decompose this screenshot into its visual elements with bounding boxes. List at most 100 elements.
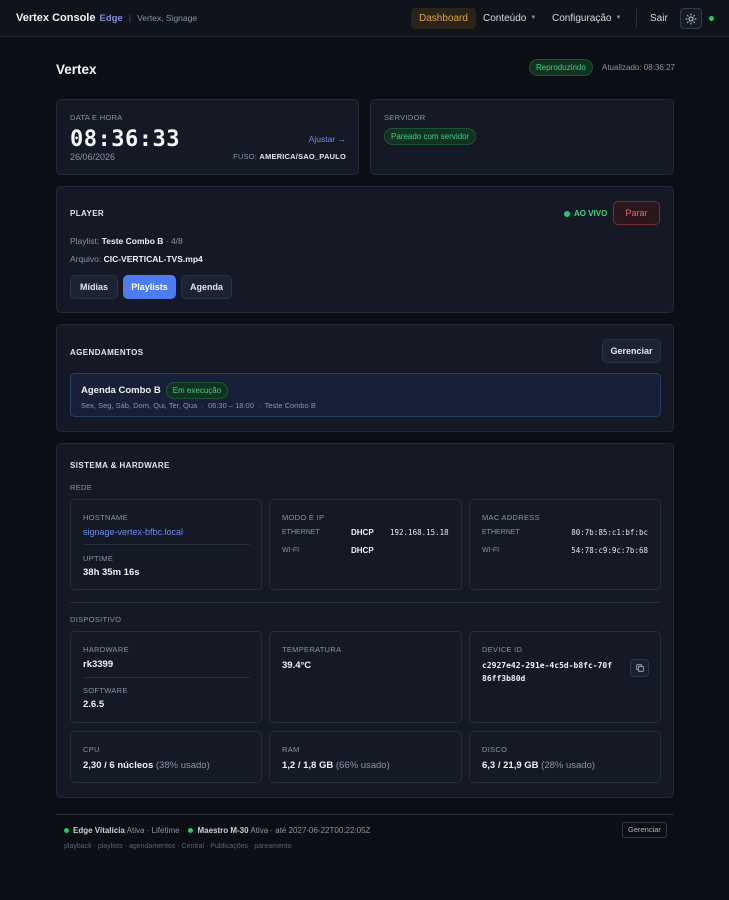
manage-schedules-button[interactable]: Gerenciar — [602, 339, 661, 363]
device-id-card: Device ID c2927e42-291e-4c5d-b8fc-70f 86… — [469, 631, 661, 723]
nav-configuracao[interactable]: Configuração ▼ — [544, 8, 629, 29]
cpu-value: 2,30 / 6 núcleos (38% usado) — [83, 760, 210, 771]
temperature-card: Temperatura 39.4°C — [269, 631, 462, 723]
manage-licenses-button[interactable]: Gerenciar — [622, 822, 667, 838]
schedule-item[interactable]: Agenda Combo B Em execução Sex, Seg, Sáb… — [70, 373, 661, 417]
tab-playlists-label: Playlists — [131, 282, 168, 292]
theme-toggle-button[interactable] — [680, 8, 702, 29]
player-card: Player AO VIVO Parar Playlist: Teste Com… — [56, 186, 674, 313]
footer-divider — [56, 814, 674, 815]
timezone-value: AMERICA/SAO_PAULO — [259, 152, 346, 161]
live-dot — [564, 210, 570, 217]
brand[interactable]: Vertex Console Edge | Vertex, Signage — [16, 12, 197, 24]
adjust-time-link[interactable]: Ajustar → — [309, 134, 346, 144]
schedules-card: Agendamentos Gerenciar Agenda Combo B Em… — [56, 324, 674, 432]
tab-agenda-label: Agenda — [189, 282, 223, 292]
schedule-details: Sex, Seg, Sáb, Dom, Qui, Ter, Qua · 06:3… — [81, 401, 316, 410]
mac-ethernet-label: Ethernet — [482, 529, 520, 536]
system-card: Sistema & Hardware Rede Hostname signage… — [56, 443, 674, 798]
brand-subtitle: Vertex, Signage — [137, 13, 198, 23]
disk-usage: (28% usado) — [541, 760, 596, 771]
system-title: Sistema & Hardware — [70, 461, 170, 470]
brand-edge: Edge — [99, 13, 123, 24]
stop-button[interactable]: Parar — [613, 201, 660, 225]
ram-card: RAM 1,2 / 1,8 GB (66% usado) — [269, 731, 462, 783]
mac-ethernet-value: 80:7b:85:c1:bf:bc — [571, 528, 648, 537]
file-name: CIC-VERTICAL-TVS.mp4 — [103, 254, 203, 264]
schedules-title: Agendamentos — [70, 348, 144, 357]
disk-value: 6,3 / 21,9 GB (28% usado) — [482, 760, 595, 771]
chevron-down-icon: ▼ — [615, 15, 622, 21]
server-card: Servidor Pareado com servidor — [370, 99, 674, 175]
nav-conteudo[interactable]: Conteúdo ▼ — [475, 8, 544, 29]
nav-configuracao-label: Configuração — [552, 13, 612, 24]
clock-date: 26/06/2026 — [70, 152, 116, 162]
updated-timestamp: Atualizado: 08:36:27 — [602, 63, 675, 72]
mac-wifi-label: Wi-Fi — [482, 547, 500, 554]
uptime-value: 38h 35m 16s — [83, 567, 140, 578]
device-label: Dispositivo — [70, 615, 122, 624]
license1-info: Ativa · Lifetime — [126, 826, 180, 835]
wifi-mode: DHCP — [351, 546, 374, 555]
server-label: Servidor — [384, 113, 426, 122]
footer-features: playback · playlists · agendamentos · Ce… — [64, 843, 292, 850]
copy-device-id-button[interactable] — [630, 659, 649, 677]
license2-name: Maestro M-30 — [197, 826, 249, 835]
hardware-card: Hardware rk3399 Software 2.6.5 — [70, 631, 262, 723]
nav-conteudo-label: Conteúdo — [483, 13, 527, 24]
tab-midias[interactable]: Mídias — [70, 275, 118, 299]
live-indicator: AO VIVO — [564, 209, 607, 218]
cpu-cores: 2,30 / 6 núcleos — [83, 760, 154, 771]
tab-midias-label: Mídias — [79, 282, 108, 292]
device-id-line: c2927e42-291e-4c5d-b8fc-70f — [482, 661, 613, 670]
brand-name: Vertex Console — [16, 12, 96, 24]
player-file: Arquivo: CIC-VERTICAL-TVS.mp4 — [70, 254, 203, 264]
playlist-label: Playlist: — [70, 236, 100, 246]
logout-label: Sair — [650, 13, 668, 24]
datetime-card: Data e hora 08:36:33 26/06/2026 Ajustar … — [56, 99, 359, 175]
uptime-label: Uptime — [83, 554, 114, 563]
license-status-dot — [188, 828, 194, 834]
tab-playlists[interactable]: Playlists — [123, 275, 176, 299]
license1-name: Edge Vitalícia — [73, 826, 125, 835]
live-label: AO VIVO — [574, 209, 608, 218]
player-status-badge: Reproduzindo — [529, 59, 593, 76]
stop-label: Parar — [625, 208, 648, 218]
ethernet-label: Ethernet — [282, 529, 320, 536]
player-title: Player — [70, 209, 105, 218]
hostname-value[interactable]: signage-vertex-bfbc.local — [83, 527, 183, 537]
schedule-header: Agenda Combo B Em execução — [81, 382, 229, 399]
ram-usage: (66% usado) — [335, 760, 390, 771]
clock-time: 08:36:33 — [70, 127, 180, 152]
connection-status-dot — [709, 16, 714, 21]
copy-icon — [635, 664, 644, 672]
ram-label: RAM — [282, 745, 300, 754]
file-label: Arquivo: — [70, 254, 102, 264]
tab-agenda[interactable]: Agenda — [181, 275, 232, 299]
hardware-label: Hardware — [83, 645, 129, 654]
software-value: 2.6.5 — [83, 699, 105, 710]
wifi-label: Wi-Fi — [282, 547, 300, 554]
ram-value: 1,2 / 1,8 GB (66% usado) — [282, 760, 390, 771]
top-nav: Vertex Console Edge | Vertex, Signage Da… — [0, 0, 729, 37]
license-status-dot — [64, 828, 69, 834]
nav-dashboard[interactable]: Dashboard — [411, 8, 476, 29]
temperature-label: Temperatura — [282, 645, 342, 654]
disk-label: Disco — [482, 745, 508, 754]
divider — [83, 544, 250, 545]
mac-card: MAC Address Ethernet 80:7b:85:c1:bf:bc W… — [469, 499, 661, 590]
brand-separator: | — [128, 13, 132, 23]
device-id-line: 86ff3b80d — [482, 674, 526, 683]
disk-card: Disco 6,3 / 21,9 GB (28% usado) — [469, 731, 661, 783]
nav-dashboard-label: Dashboard — [419, 13, 468, 24]
network-label: Rede — [70, 483, 93, 492]
hostname-card: Hostname signage-vertex-bfbc.local Uptim… — [70, 499, 262, 590]
cpu-label: CPU — [83, 745, 100, 754]
logout-button[interactable]: Sair — [642, 8, 676, 29]
manage-schedules-label: Gerenciar — [610, 346, 653, 356]
ethernet-mode: DHCP — [351, 528, 374, 537]
cpu-card: CPU 2,30 / 6 núcleos (38% usado) — [70, 731, 262, 783]
player-playlist: Playlist: Teste Combo B · 4/8 — [70, 236, 183, 246]
divider — [83, 677, 250, 678]
page-title: Vertex — [56, 62, 97, 77]
